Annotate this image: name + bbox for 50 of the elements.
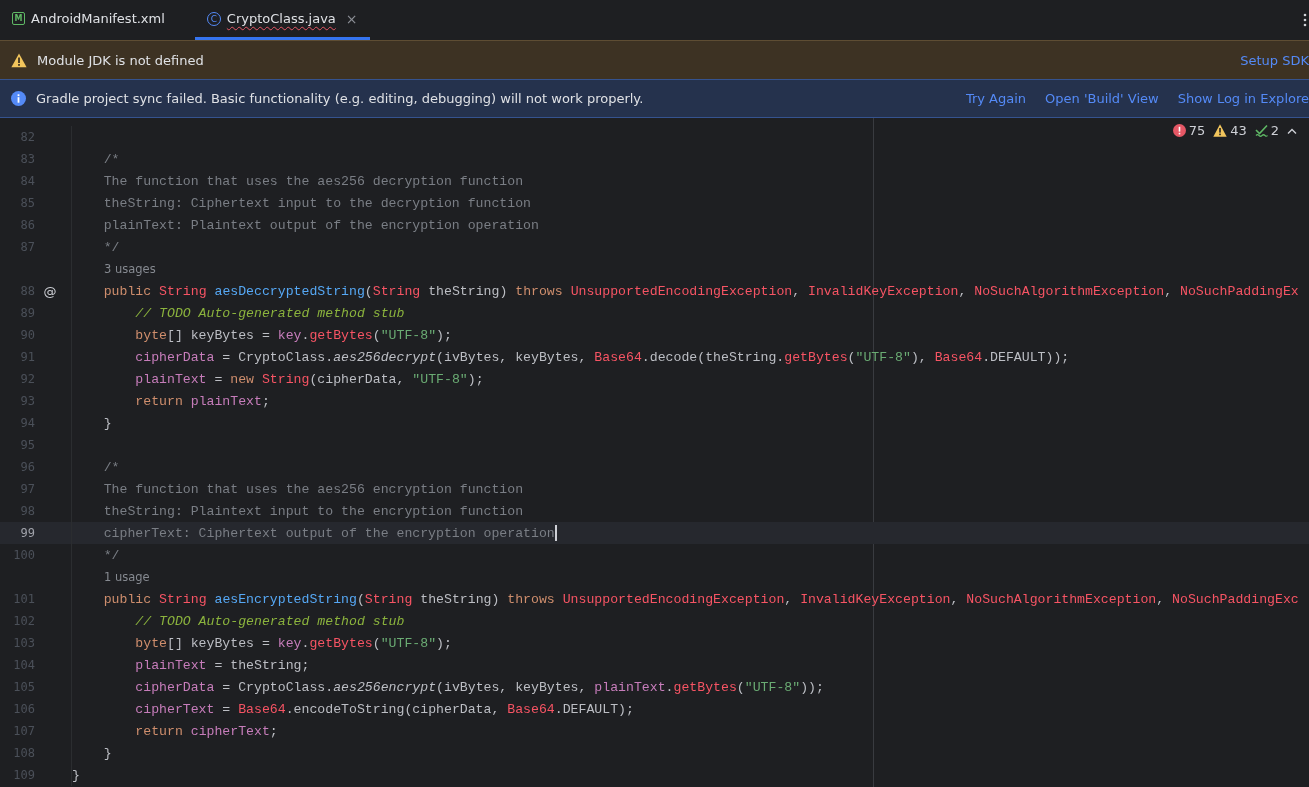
code-line: public String aesDeccryptedString(String theString) throws UnsupportedEncodingException, InvalidKeyException, NoSuchAlgorithmException, NoSuchPaddingEx (102, 283, 1299, 299)
code-line: theString: Plaintext input to the encryption function (102, 503, 524, 519)
code-line: /* (102, 151, 120, 167)
info-icon (11, 91, 26, 106)
error-icon (1172, 124, 1186, 137)
code-line: cipherText = Base64.encodeToString(cipherData, Base64.DEFAULT); (134, 701, 634, 717)
more-icon[interactable] (1303, 13, 1307, 27)
code-line: plainText = new String(cipherData, "UTF-8"); (134, 371, 484, 387)
banner-link[interactable]: Show Log in Explore (1177, 91, 1309, 106)
code-line: } (102, 745, 112, 761)
code-line: plainText: Plaintext output of the encryption operation (102, 217, 539, 233)
code-line: public String aesEncryptedString(String theString) throws UnsupportedEncodingException, InvalidKeyException, NoSuchAlgorithmException, NoSuchPaddingExc (102, 591, 1299, 607)
code-line: */ (102, 547, 120, 563)
code-line: */ (102, 239, 120, 255)
code-line: /* (102, 459, 120, 475)
warning-icon (11, 52, 27, 68)
close-icon[interactable]: × (345, 10, 358, 27)
manifest-file-icon: M (12, 12, 25, 25)
check-icon (1254, 124, 1268, 137)
typo-count[interactable]: 2 (1270, 123, 1279, 138)
error-count[interactable]: 75 (1188, 123, 1206, 138)
code-line: } (102, 415, 112, 431)
code-line: return plainText; (134, 393, 270, 409)
warning-count[interactable]: 43 (1230, 123, 1247, 138)
warning-icon (1213, 124, 1228, 137)
banner-link[interactable]: Setup SDK (1240, 52, 1309, 68)
code-line: byte[] keyBytes = key.getBytes("UTF-8"); (134, 635, 452, 651)
code-line: return cipherText; (134, 723, 278, 739)
usages-hint[interactable]: 3 usages (104, 262, 156, 276)
code-line: cipherText: Ciphertext output of the encryption operation (102, 525, 555, 541)
banner-link[interactable]: Open 'Build' View (1045, 91, 1159, 106)
code-line: } (72, 767, 80, 783)
banner-message: Gradle project sync failed. Basic functionality (e.g. editing, debugging) will not work properly. (36, 91, 644, 106)
implementation-marker[interactable]: @ (43, 283, 57, 299)
banner-message: Module JDK is not defined (37, 52, 204, 68)
banner-link[interactable]: Try Again (965, 91, 1027, 106)
code-line: cipherData = CryptoClass.aes256encrypt(ivBytes, keyBytes, plainText.getBytes("UTF-8")); (134, 679, 824, 695)
code-line: plainText = theString; (134, 657, 310, 673)
editor-tab[interactable]: M AndroidManifest.xml (0, 0, 177, 40)
code-line: cipherData = CryptoClass.aes256decrypt(ivBytes, keyBytes, Base64.decode(theString.getBytes("UTF-8"), Base64.DEFAULT)); (134, 349, 1070, 365)
text-cursor (554, 525, 557, 541)
usages-hint[interactable]: 1 usage (104, 570, 150, 584)
code-line: byte[] keyBytes = key.getBytes("UTF-8"); (134, 327, 452, 343)
chevron-up-icon[interactable] (1287, 127, 1297, 134)
code-line: // TODO Auto-generated method stub (134, 613, 405, 629)
code-line: theString: Ciphertext input to the decryption function (102, 195, 531, 211)
code-line: // TODO Auto-generated method stub (134, 305, 405, 321)
code-line: The function that uses the aes256 encryption function (102, 481, 524, 497)
code-line: The function that uses the aes256 decryption function (102, 173, 524, 189)
line-number: 99 (19, 526, 35, 540)
